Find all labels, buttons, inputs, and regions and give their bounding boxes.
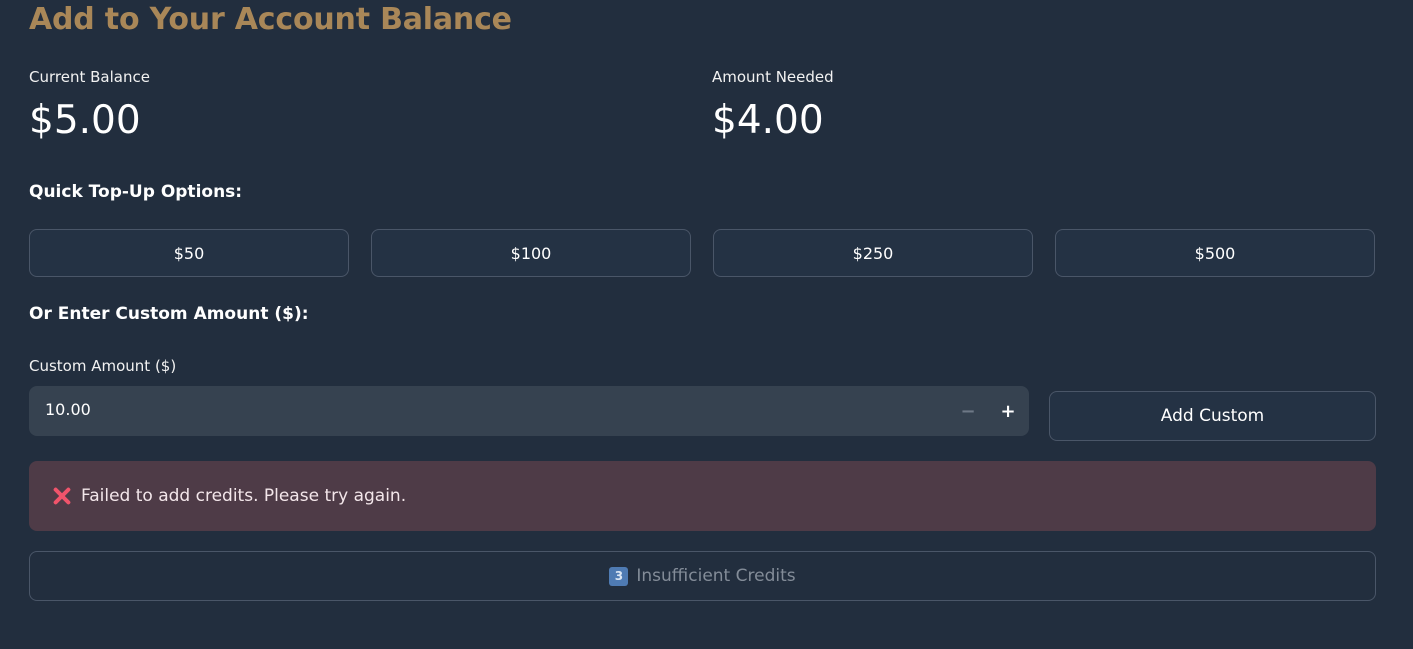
cross-mark-icon (51, 485, 73, 507)
error-alert: Failed to add credits. Please try again. (29, 461, 1376, 531)
decrement-button[interactable]: − (955, 398, 981, 424)
insufficient-credits-label: Insufficient Credits (636, 566, 796, 586)
increment-button[interactable]: + (995, 398, 1021, 424)
add-custom-button[interactable]: Add Custom (1049, 391, 1376, 441)
topup-50-button[interactable]: $50 (29, 229, 349, 277)
custom-amount-label: Custom Amount ($) (29, 357, 177, 375)
custom-amount-heading: Or Enter Custom Amount ($): (29, 304, 309, 324)
topup-250-button[interactable]: $250 (713, 229, 1033, 277)
current-balance-value: $5.00 (29, 98, 141, 143)
custom-amount-value[interactable]: 10.00 (45, 400, 91, 419)
amount-needed-label: Amount Needed (712, 68, 834, 86)
topup-500-button[interactable]: $500 (1055, 229, 1375, 277)
error-message: Failed to add credits. Please try again. (81, 486, 407, 506)
custom-amount-input[interactable]: 10.00 − + (29, 386, 1029, 436)
quick-topup-heading: Quick Top-Up Options: (29, 182, 243, 202)
amount-needed-value: $4.00 (712, 98, 824, 143)
current-balance-label: Current Balance (29, 68, 150, 86)
topup-100-button[interactable]: $100 (371, 229, 691, 277)
page-title: Add to Your Account Balance (29, 2, 512, 37)
add-balance-page: Add to Your Account Balance Current Bala… (0, 0, 1413, 649)
insufficient-credits-button[interactable]: 3 Insufficient Credits (29, 551, 1376, 601)
keycap-3-icon: 3 (609, 566, 629, 586)
